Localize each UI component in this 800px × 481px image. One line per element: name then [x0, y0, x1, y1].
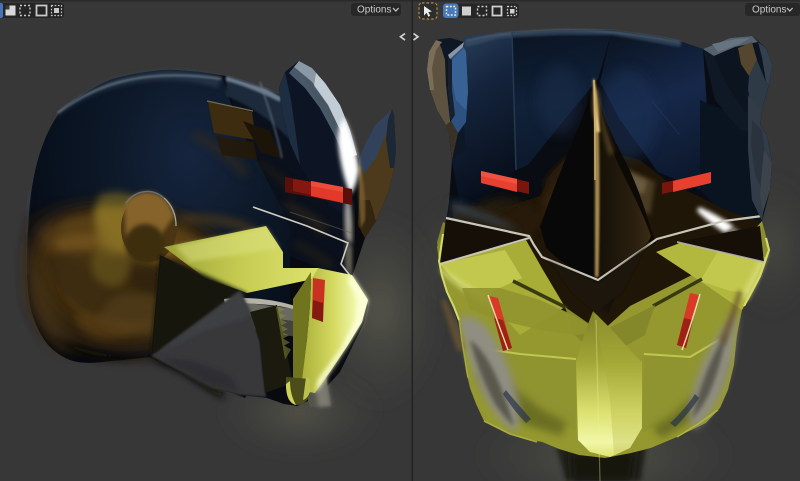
svg-text:Options: Options — [752, 5, 786, 16]
svg-text:Options: Options — [357, 5, 391, 16]
